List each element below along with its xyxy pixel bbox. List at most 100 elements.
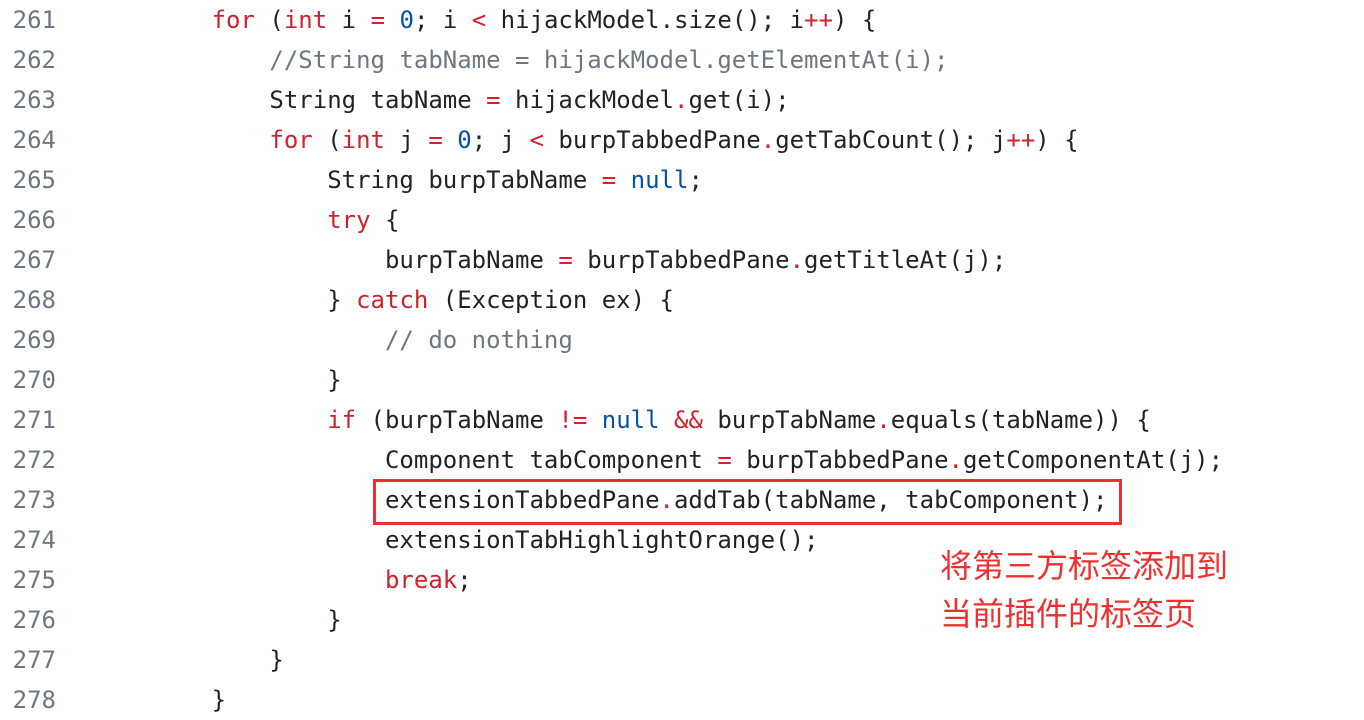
code-token: . <box>789 246 805 274</box>
line-number[interactable]: 269 <box>0 320 56 360</box>
code-line: 266 try { <box>0 200 1364 240</box>
code-line: 271 if (burpTabName != null && burpTabNa… <box>0 400 1364 440</box>
code-line: 268 } catch (Exception ex) { <box>0 280 1364 320</box>
code-line: 269 // do nothing <box>0 320 1364 360</box>
code-token: ; j <box>471 126 530 154</box>
code-token: . <box>673 86 689 114</box>
line-source: String tabName = hijackModel.get(i); <box>56 80 790 120</box>
line-source: String burpTabName = null; <box>56 160 703 200</box>
line-number[interactable]: 277 <box>0 640 56 680</box>
line-number[interactable]: 262 <box>0 40 56 80</box>
code-token: getComponentAt(j); <box>962 446 1224 474</box>
code-token: null <box>630 166 689 194</box>
code-token: 0 <box>399 6 414 34</box>
code-token: burpTabbedPane <box>543 126 761 154</box>
code-token: . <box>760 126 776 154</box>
code-token: null <box>601 406 660 434</box>
code-token: int <box>283 6 328 34</box>
line-source: } <box>56 600 342 640</box>
code-token: ( <box>312 126 342 154</box>
code-token: extensionTabHighlightOrange(); <box>96 526 819 554</box>
line-number[interactable]: 273 <box>0 480 56 520</box>
code-token: try <box>327 206 371 234</box>
line-source: burpTabName = burpTabbedPane.getTitleAt(… <box>56 240 1006 280</box>
code-token: ; i <box>413 6 472 34</box>
code-token: String tabName <box>96 86 487 114</box>
code-line: 272 Component tabComponent = burpTabbedP… <box>0 440 1364 480</box>
code-token: catch <box>356 286 429 314</box>
code-token: (burpTabName <box>356 406 559 434</box>
code-line: 264 for (int j = 0; j < burpTabbedPane.g… <box>0 120 1364 160</box>
line-number[interactable]: 276 <box>0 600 56 640</box>
line-number[interactable]: 267 <box>0 240 56 280</box>
line-number[interactable]: 274 <box>0 520 56 560</box>
line-number[interactable]: 278 <box>0 680 56 720</box>
code-token: ; <box>457 566 472 594</box>
line-source: Component tabComponent = burpTabbedPane.… <box>56 440 1223 480</box>
line-source: for (int i = 0; i < hijackModel.size(); … <box>56 0 877 40</box>
line-source: break; <box>56 560 472 600</box>
code-token: // do nothing <box>384 326 573 354</box>
code-token: burpTabbedPane <box>731 446 949 474</box>
line-number[interactable]: 271 <box>0 400 56 440</box>
code-token: = <box>558 246 573 274</box>
code-token: //String tabName = hijackModel.getElemen… <box>269 46 949 74</box>
annotation-line-1: 将第三方标签添加到 <box>940 547 1229 585</box>
code-token: i <box>327 6 371 34</box>
code-token: burpTabName <box>702 406 877 434</box>
line-source: //String tabName = hijackModel.getElemen… <box>56 40 949 80</box>
line-source: for (int j = 0; j < burpTabbedPane.getTa… <box>56 120 1078 160</box>
line-source: if (burpTabName != null && burpTabName.e… <box>56 400 1151 440</box>
code-token: get(i); <box>688 86 790 114</box>
line-number[interactable]: 265 <box>0 160 56 200</box>
code-token: (Exception ex) { <box>428 286 674 314</box>
code-line: 270 } <box>0 360 1364 400</box>
code-token: < <box>471 6 487 34</box>
line-number[interactable]: 263 <box>0 80 56 120</box>
line-number[interactable]: 270 <box>0 360 56 400</box>
code-token: if <box>327 406 357 434</box>
code-token: equals(tabName)) { <box>890 406 1151 434</box>
line-number[interactable]: 275 <box>0 560 56 600</box>
code-line: 267 burpTabName = burpTabbedPane.getTitl… <box>0 240 1364 280</box>
code-token: } <box>96 686 227 714</box>
code-token: && <box>674 406 703 434</box>
code-token: getTabCount(); j <box>775 126 1007 154</box>
code-line: 263 String tabName = hijackModel.get(i); <box>0 80 1364 120</box>
line-number[interactable]: 264 <box>0 120 56 160</box>
code-token: Component tabComponent <box>96 446 718 474</box>
line-source: } <box>56 680 226 720</box>
code-token: . <box>948 446 963 474</box>
code-token: j <box>385 126 429 154</box>
line-source: } catch (Exception ex) { <box>56 280 674 320</box>
code-token: = <box>486 86 501 114</box>
code-token: } <box>96 606 342 634</box>
line-number[interactable]: 272 <box>0 440 56 480</box>
line-number[interactable]: 261 <box>0 0 56 40</box>
code-token: hijackModel.size(); i <box>486 6 805 34</box>
code-line: 278 } <box>0 680 1364 720</box>
code-token: ) { <box>832 6 877 34</box>
code-line: 265 String burpTabName = null; <box>0 160 1364 200</box>
code-token: = <box>428 126 443 154</box>
line-source: // do nothing <box>56 320 573 360</box>
code-line: 277 } <box>0 640 1364 680</box>
code-token: break <box>384 566 458 594</box>
code-token: != <box>558 406 588 434</box>
code-token: } <box>96 286 357 314</box>
code-token: = <box>717 446 732 474</box>
line-number[interactable]: 266 <box>0 200 56 240</box>
line-number[interactable]: 268 <box>0 280 56 320</box>
code-token: = <box>370 6 386 34</box>
